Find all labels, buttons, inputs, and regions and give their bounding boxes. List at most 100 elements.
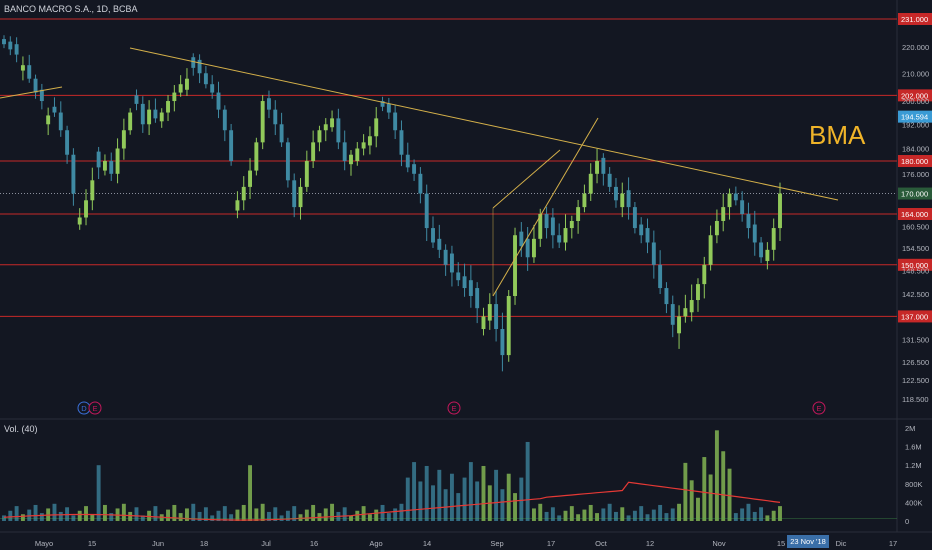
volume-tick-label: 0: [905, 517, 909, 526]
volume-bar: [475, 481, 480, 521]
candle: [102, 161, 107, 171]
candle: [759, 242, 764, 258]
time-tick-label: Sep: [490, 539, 503, 548]
candle: [487, 304, 492, 321]
candle: [771, 228, 776, 250]
candle: [197, 59, 202, 74]
volume-indicator-title: Vol. (40): [4, 424, 38, 434]
candle: [607, 173, 612, 187]
time-tick-label: 14: [423, 539, 431, 548]
time-tick-label: Oct: [595, 539, 608, 548]
candle: [443, 249, 448, 265]
candle: [431, 228, 435, 243]
volume-bar: [544, 511, 549, 521]
price-tick-label: 131.500: [902, 336, 929, 345]
candle: [367, 136, 372, 146]
candle: [311, 142, 316, 162]
volume-bar: [77, 510, 82, 521]
volume-bar: [323, 508, 328, 521]
candle: [531, 238, 536, 258]
candle: [166, 101, 170, 113]
time-tick-label: Jun: [152, 539, 164, 548]
candle: [721, 207, 726, 221]
candle: [412, 164, 417, 174]
candle: [740, 200, 745, 215]
price-tick-label: 220.000: [902, 43, 929, 52]
volume-bar: [683, 462, 688, 521]
volume-bar: [71, 515, 76, 521]
volume-bar: [248, 465, 253, 521]
candle: [601, 157, 606, 174]
volume-bar: [632, 510, 637, 521]
candle: [349, 154, 353, 165]
candle: [267, 98, 271, 110]
candle: [475, 288, 480, 309]
volume-bar: [664, 513, 669, 521]
candle: [714, 220, 719, 236]
price-tick-label: 154.500: [902, 244, 929, 253]
candle: [27, 65, 32, 79]
volume-bar: [557, 515, 562, 521]
candle: [254, 142, 259, 171]
volume-bar: [576, 514, 581, 521]
candle: [468, 280, 473, 297]
candle: [323, 124, 328, 131]
chart-background: [0, 0, 932, 550]
candle: [626, 190, 631, 208]
candle: [664, 288, 669, 305]
candle: [752, 224, 757, 243]
price-tick-label: 210.000: [902, 69, 929, 78]
candle: [248, 170, 253, 187]
volume-bar: [689, 480, 694, 521]
volume-bar: [431, 485, 435, 521]
time-tick-label: 16: [310, 539, 318, 548]
candle: [689, 300, 694, 313]
volume-tick-label: 800K: [905, 480, 923, 489]
candle: [273, 109, 278, 125]
time-tick-label: Ago: [369, 539, 382, 548]
candle: [58, 112, 63, 131]
candle: [178, 84, 183, 93]
volume-bar: [254, 508, 259, 521]
volume-bar: [443, 489, 448, 521]
candle: [386, 103, 391, 113]
volume-bar: [8, 510, 13, 521]
volume-tick-label: 400K: [905, 498, 923, 507]
candle: [292, 180, 297, 208]
time-tick-label: 15: [777, 539, 785, 548]
volume-tick-label: 1.2M: [905, 461, 922, 470]
candle: [519, 231, 524, 247]
candle: [65, 130, 70, 155]
candle: [651, 242, 656, 265]
candle: [109, 161, 114, 174]
candle: [449, 253, 454, 273]
price-tick-label: 184.000: [902, 145, 929, 154]
candle: [677, 316, 682, 334]
level-label: 137.000: [901, 312, 928, 321]
candle: [733, 193, 738, 201]
volume-bar: [531, 508, 536, 521]
time-tick-label: 17: [547, 539, 555, 548]
volume-bar: [601, 508, 606, 521]
price-tick-label: 118.500: [902, 395, 929, 404]
volume-bar: [500, 489, 505, 521]
candle: [115, 148, 120, 174]
candle: [147, 109, 152, 125]
candle: [2, 39, 6, 45]
last-price-label: 170.000: [901, 190, 928, 199]
volume-bar: [235, 509, 240, 521]
candle: [159, 112, 164, 122]
candle: [696, 284, 700, 301]
volume-bar: [626, 515, 631, 521]
candle: [544, 214, 549, 229]
candle: [639, 224, 644, 236]
candle: [77, 217, 82, 225]
price-tick-label: 192.000: [902, 120, 929, 129]
volume-bar: [298, 514, 303, 521]
candle: [595, 161, 599, 174]
volume-tick-label: 2M: [905, 424, 915, 433]
candle: [563, 228, 568, 243]
time-tick-label: Jul: [261, 539, 271, 548]
price-chart[interactable]: 231.000220.000210.000202.000200.000194.5…: [0, 0, 932, 550]
volume-bar: [2, 515, 6, 521]
